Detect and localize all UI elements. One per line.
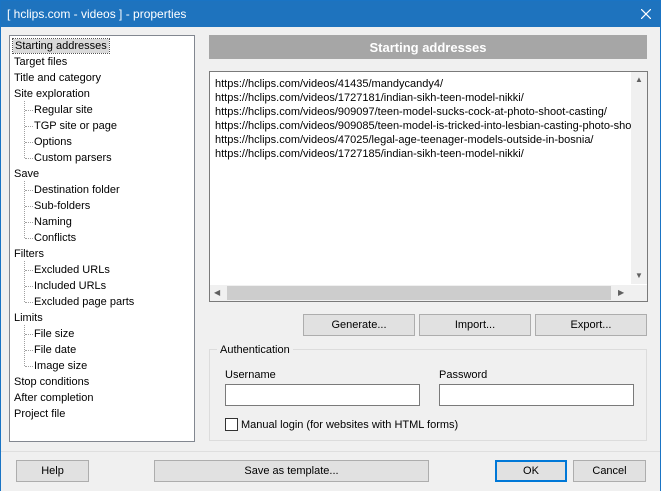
panel-header: Starting addresses xyxy=(209,35,647,59)
export-button[interactable]: Export... xyxy=(535,314,647,336)
window-title: [ hclips.com - videos ] - properties xyxy=(7,7,187,21)
url-line: https://hclips.com/videos/47025/legal-ag… xyxy=(215,134,594,146)
close-button[interactable] xyxy=(632,1,660,27)
scroll-right-icon[interactable]: ▶ xyxy=(618,288,624,298)
tree-connector xyxy=(25,366,33,367)
tree-item[interactable]: Custom parsers xyxy=(34,151,112,165)
scroll-up-icon[interactable]: ▲ xyxy=(635,75,643,85)
tree-item[interactable]: Excluded URLs xyxy=(34,263,110,277)
horizontal-scrollbar[interactable]: ◀ ▶ xyxy=(210,285,631,301)
tree-item[interactable]: Included URLs xyxy=(34,279,106,293)
tree-item[interactable]: Excluded page parts xyxy=(34,295,134,309)
tree-connector xyxy=(24,181,25,238)
save-as-template-button[interactable]: Save as template... xyxy=(154,460,429,482)
tree-connector xyxy=(25,334,33,335)
close-icon xyxy=(641,9,651,19)
url-line: https://hclips.com/videos/1727181/indian… xyxy=(215,92,524,104)
cancel-button[interactable]: Cancel xyxy=(573,460,646,482)
scroll-down-icon[interactable]: ▼ xyxy=(635,271,643,281)
tree-connector xyxy=(25,238,33,239)
scrollbar-corner xyxy=(631,285,647,301)
url-line: https://hclips.com/videos/909097/teen-mo… xyxy=(215,106,607,118)
manual-login-label[interactable]: Manual login (for websites with HTML for… xyxy=(241,418,458,432)
tree-item[interactable]: Project file xyxy=(14,407,65,421)
tree-item[interactable]: Site exploration xyxy=(14,87,90,101)
tree-item[interactable]: Regular site xyxy=(34,103,93,117)
generate-button[interactable]: Generate... xyxy=(303,314,415,336)
tree-item[interactable]: After completion xyxy=(14,391,93,405)
tree-item[interactable]: Limits xyxy=(14,311,43,325)
tree-item[interactable]: Filters xyxy=(14,247,44,261)
properties-window: [ hclips.com - videos ] - properties Sta… xyxy=(0,0,661,491)
ok-button[interactable]: OK xyxy=(495,460,567,482)
tree-connector xyxy=(25,158,33,159)
title-bar: [ hclips.com - videos ] - properties xyxy=(1,1,660,27)
manual-login-checkbox[interactable] xyxy=(225,418,238,431)
username-label: Username xyxy=(225,369,276,381)
tree-item[interactable]: Sub-folders xyxy=(34,199,90,213)
settings-tree[interactable]: Starting addresses Target files Title and … xyxy=(9,35,195,442)
horizontal-scroll-thumb[interactable] xyxy=(227,286,611,300)
username-field[interactable] xyxy=(225,384,420,406)
tree-item[interactable]: Starting addresses xyxy=(12,38,110,54)
dialog-footer: Help Save as template... OK Cancel xyxy=(1,451,660,491)
tree-item[interactable]: Title and category xyxy=(14,71,101,85)
tree-item[interactable]: Image size xyxy=(34,359,87,373)
url-line: https://hclips.com/videos/41435/mandycan… xyxy=(215,78,444,90)
tree-connector xyxy=(25,350,33,351)
vertical-scrollbar[interactable]: ▲ ▼ xyxy=(631,72,647,284)
tree-item[interactable]: File size xyxy=(34,327,74,341)
scroll-left-icon[interactable]: ◀ xyxy=(214,288,220,298)
url-line: https://hclips.com/videos/1727185/indian… xyxy=(215,148,524,160)
tree-item[interactable]: TGP site or page xyxy=(34,119,117,133)
tree-connector xyxy=(24,325,25,366)
tree-item[interactable]: Conflicts xyxy=(34,231,76,245)
tree-connector xyxy=(25,270,33,271)
tree-connector xyxy=(25,286,33,287)
tree-item[interactable]: Destination folder xyxy=(34,183,120,197)
tree-item[interactable]: File date xyxy=(34,343,76,357)
tree-connector xyxy=(25,302,33,303)
password-label: Password xyxy=(439,369,488,381)
authentication-legend: Authentication xyxy=(217,343,293,357)
tree-item[interactable]: Stop conditions xyxy=(14,375,89,389)
tree-item[interactable]: Options xyxy=(34,135,72,149)
tree-item[interactable]: Naming xyxy=(34,215,72,229)
url-line: https://hclips.com/videos/909085/teen-mo… xyxy=(215,120,644,132)
tree-connector xyxy=(25,142,33,143)
tree-item[interactable]: Save xyxy=(14,167,39,181)
starting-addresses-textarea[interactable]: https://hclips.com/videos/1727185/indian… xyxy=(209,71,648,302)
help-button[interactable]: Help xyxy=(16,460,89,482)
tree-item[interactable]: Target files xyxy=(14,55,67,69)
tree-connector xyxy=(25,206,33,207)
import-button[interactable]: Import... xyxy=(419,314,531,336)
tree-connector xyxy=(24,261,25,302)
tree-connector xyxy=(24,101,25,158)
password-field[interactable] xyxy=(439,384,634,406)
tree-connector xyxy=(25,190,33,191)
tree-connector xyxy=(25,222,33,223)
tree-connector xyxy=(25,110,33,111)
tree-connector xyxy=(25,126,33,127)
